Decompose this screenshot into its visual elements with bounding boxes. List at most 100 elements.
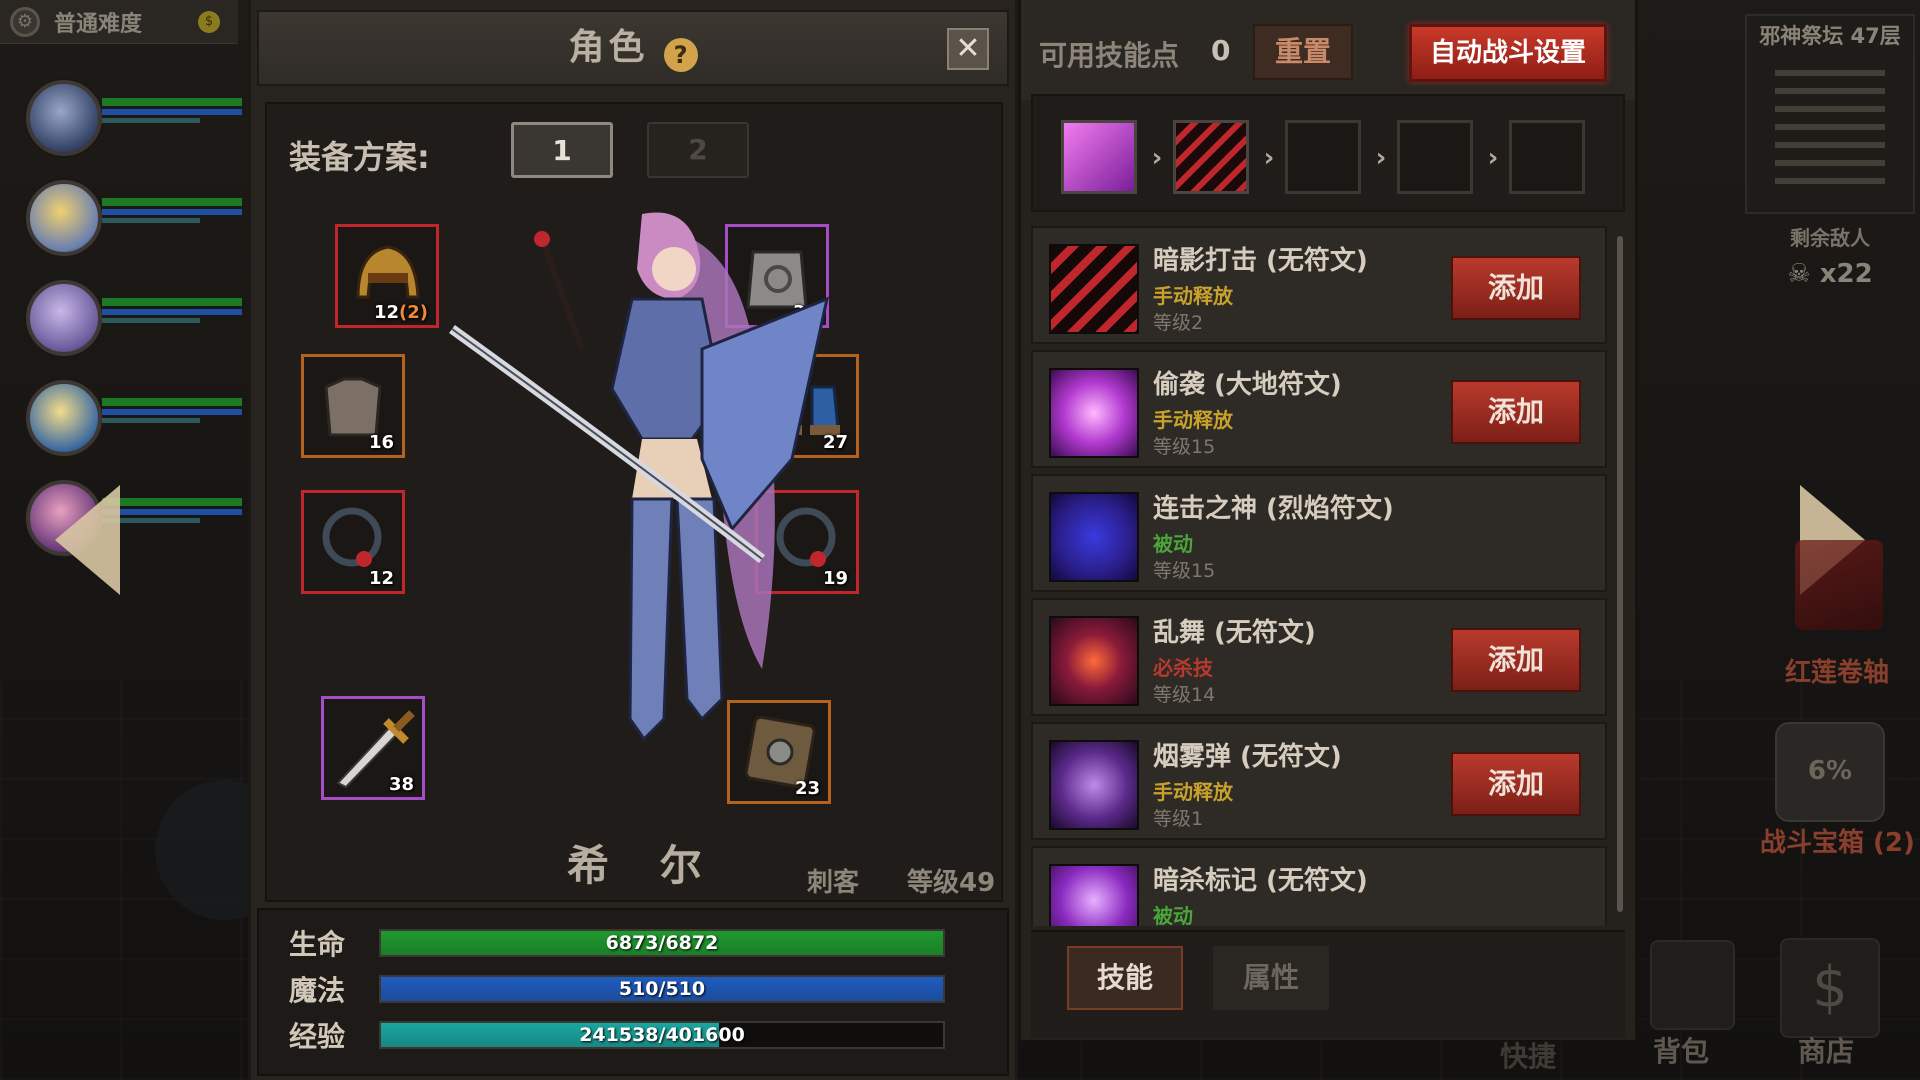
character-panel: 角色 ? ✕ 装备方案: 1 2 12(2) 31 16 [248, 0, 1018, 1080]
hero-stats: 生命 6873/6872 魔法 510/510 经验 241538/401600 [257, 908, 1009, 1076]
skill-row[interactable]: 偷袭 (大地符文) 手动释放 等级15 添加 [1031, 350, 1607, 468]
skill-tab-bar: 技能 属性 [1031, 930, 1625, 1038]
enemies-remaining: 剩余敌人 ☠ x22 [1745, 222, 1915, 289]
difficulty-bar: ⚙ 普通难度 $ [0, 0, 238, 44]
bag-label: 背包 [1653, 1035, 1710, 1068]
sneak-attack-icon [1049, 368, 1139, 458]
skill-name: 乱舞 (无符文) [1153, 618, 1316, 648]
loadout-2-button[interactable]: 2 [647, 122, 749, 178]
bag-button[interactable] [1650, 940, 1735, 1030]
skill-level: 等级15 [1153, 560, 1216, 582]
dollar-icon: $ [1812, 955, 1848, 1020]
skill-row[interactable]: 暗影打击 (无符文) 手动释放 等级2 添加 [1031, 226, 1607, 344]
shop-button[interactable]: $ [1780, 938, 1880, 1038]
skill-row[interactable]: 暗杀标记 (无符文) 被动 [1031, 846, 1607, 926]
skill-type: 必杀技 [1153, 656, 1213, 680]
skill-list[interactable]: 暗影打击 (无符文) 手动释放 等级2 添加 偷袭 (大地符文) 手动释放 等级… [1031, 226, 1607, 926]
party-member[interactable] [10, 270, 242, 370]
assassin-mark-icon [1049, 864, 1139, 926]
add-skill-button[interactable]: 添加 [1451, 752, 1581, 816]
dungeon-floor-label: 邪神祭坛 47层 [1759, 24, 1901, 48]
loadout-1-button[interactable]: 1 [511, 122, 613, 178]
skill-name: 暗杀标记 (无符文) [1153, 866, 1368, 896]
close-button[interactable]: ✕ [947, 28, 989, 70]
red-lotus-scroll-icon[interactable] [1795, 540, 1883, 630]
hero-name: 希 尔 [567, 841, 720, 890]
quick-label: 快捷 [1500, 1040, 1557, 1073]
skill-type: 被动 [1153, 532, 1193, 556]
settings-gear-icon[interactable]: ⚙ [10, 6, 40, 37]
party-member-avatar[interactable] [26, 280, 102, 356]
skill-list-scrollbar[interactable] [1617, 236, 1623, 912]
hp-bar: 6873/6872 [379, 929, 945, 957]
party-member-avatar[interactable] [26, 380, 102, 456]
combo-arrow-icon: › [1151, 143, 1163, 173]
armor-slot[interactable]: 16 [301, 354, 405, 458]
xp-value: 241538/401600 [579, 1024, 745, 1046]
skill-panel: 可用技能点 0 重置 自动战斗设置 › › › › 暗影打击 (无符文) 手动释… [1018, 0, 1638, 1040]
shield-level: 23 [794, 778, 820, 799]
frenzy-icon [1049, 616, 1139, 706]
character-header: 角色 ? ✕ [257, 10, 1009, 86]
hp-value: 6873/6872 [605, 932, 719, 954]
party-member[interactable] [10, 370, 242, 470]
hp-row: 生命 6873/6872 [289, 926, 945, 961]
hp-label: 生命 [289, 928, 346, 961]
add-skill-button[interactable]: 添加 [1451, 628, 1581, 692]
xp-bar: 241538/401600 [379, 1021, 945, 1049]
dungeon-minimap[interactable]: 邪神祭坛 47层 [1745, 14, 1915, 214]
combo-slot-shadow-strike-icon[interactable] [1173, 120, 1249, 194]
combo-slot-empty[interactable] [1285, 120, 1361, 194]
tab-skills[interactable]: 技能 [1067, 946, 1183, 1010]
combo-slot-sneak-attack-icon[interactable] [1061, 120, 1137, 194]
reset-button[interactable]: 重置 [1253, 24, 1353, 80]
skill-points-label: 可用技能点 [1039, 39, 1180, 72]
mp-bar: 510/510 [379, 975, 945, 1003]
ring-left-slot[interactable]: 12 [301, 490, 405, 594]
weapon-slot[interactable]: 38 [321, 696, 425, 800]
character-title: 角色 [568, 27, 649, 68]
previous-character-arrow-icon[interactable] [55, 485, 120, 595]
hero-level: 等级49 [907, 868, 996, 898]
difficulty-label: 普通难度 [54, 11, 143, 37]
ring-left-level: 12 [368, 568, 394, 589]
helmet-slot[interactable]: 12(2) [335, 224, 439, 328]
skill-row[interactable]: 烟雾弹 (无符文) 手动释放 等级1 添加 [1031, 722, 1607, 840]
loadout-label: 装备方案: [289, 138, 430, 176]
combo-slot-empty[interactable] [1397, 120, 1473, 194]
party-member[interactable] [10, 470, 242, 570]
red-lotus-scroll-label: 红莲卷轴 [1785, 658, 1890, 688]
shadow-strike-icon [1049, 244, 1139, 334]
help-icon[interactable]: ? [663, 37, 698, 72]
xp-label: 经验 [289, 1020, 346, 1053]
party-member[interactable] [10, 170, 242, 270]
enemies-remaining-title: 剩余敌人 [1790, 226, 1870, 250]
skill-name: 烟雾弹 (无符文) [1153, 742, 1342, 772]
combo-slot-empty[interactable] [1509, 120, 1585, 194]
skill-row[interactable]: 乱舞 (无符文) 必杀技 等级14 添加 [1031, 598, 1607, 716]
party-member-bars [102, 398, 242, 423]
add-skill-button[interactable]: 添加 [1451, 380, 1581, 444]
party-member-bars [102, 98, 242, 123]
skull-icon: ☠ [1787, 259, 1820, 289]
party-list [10, 70, 242, 570]
minimap-icon [1775, 64, 1885, 184]
mp-row: 魔法 510/510 [289, 972, 945, 1007]
party-member-avatar[interactable] [26, 80, 102, 156]
party-member-avatar[interactable] [26, 180, 102, 256]
add-skill-button[interactable]: 添加 [1451, 256, 1581, 320]
skill-name: 暗影打击 (无符文) [1153, 246, 1368, 276]
auto-battle-settings-button[interactable]: 自动战斗设置 [1409, 24, 1607, 82]
battle-chest-button[interactable]: 6% [1775, 722, 1885, 822]
skill-header: 可用技能点 0 重置 自动战斗设置 [1021, 0, 1635, 100]
skill-row[interactable]: 连击之神 (烈焰符文) 被动 等级15 [1031, 474, 1607, 592]
shop-label: 商店 [1798, 1035, 1855, 1068]
skill-combo-bar: › › › › [1031, 94, 1625, 212]
party-member[interactable] [10, 70, 242, 170]
coin-icon: $ [198, 10, 220, 33]
tab-attributes[interactable]: 属性 [1213, 946, 1329, 1010]
skill-level: 等级14 [1153, 684, 1216, 706]
party-member-bars [102, 198, 242, 223]
skill-name: 连击之神 (烈焰符文) [1153, 494, 1394, 524]
enemies-count-value: x22 [1819, 259, 1873, 289]
